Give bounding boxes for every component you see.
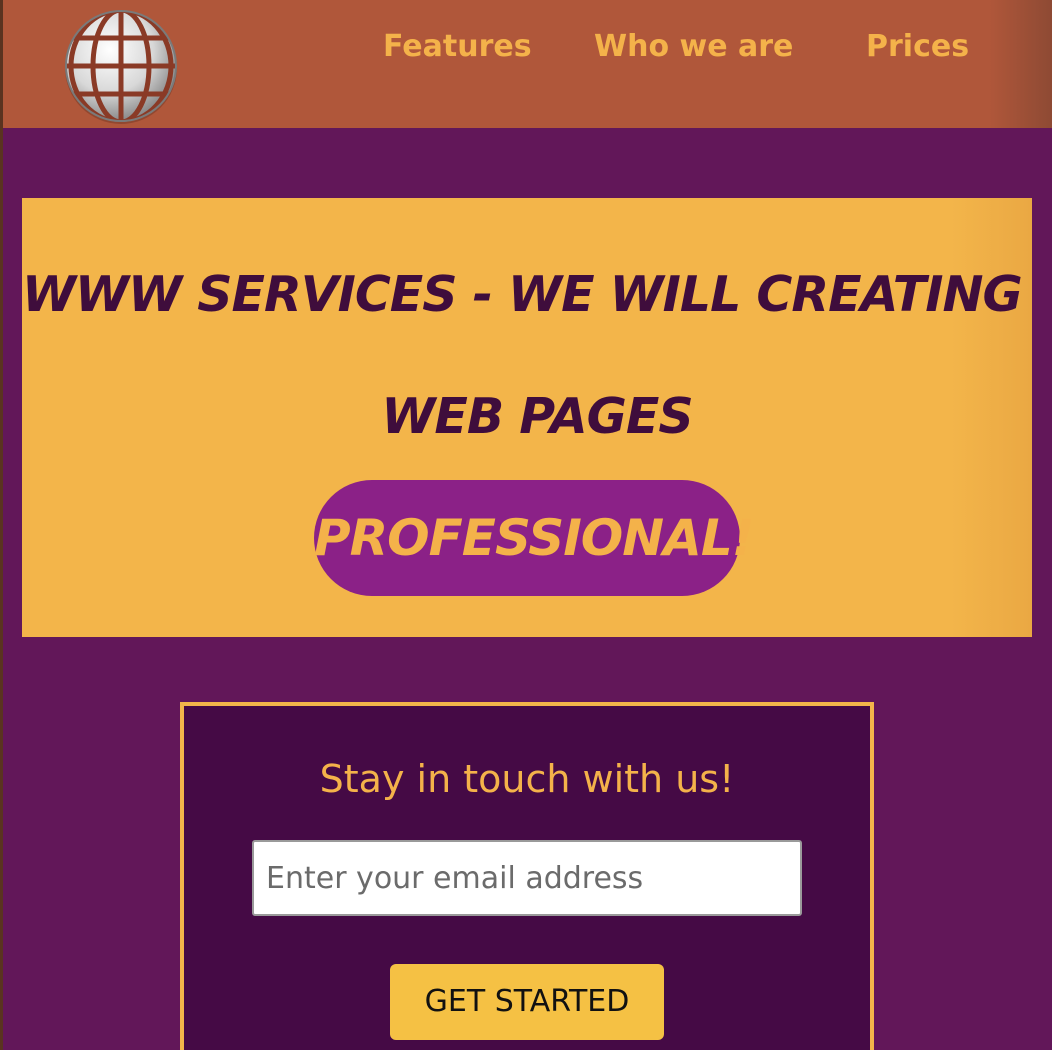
hero-title-line-1: WWW SERVICES - WE WILL CREATING YOUR [22, 266, 1032, 323]
nav-link-who-we-are[interactable]: Who we are [594, 22, 793, 72]
nav-link-prices[interactable]: Prices [866, 22, 969, 72]
email-field[interactable] [252, 840, 802, 916]
main-nav: Features Who we are Prices [3, 22, 1052, 72]
hero-title: WWW SERVICES - WE WILL CREATING YOUR WEB… [22, 234, 1032, 478]
window-edge [0, 0, 3, 1050]
professional-badge: PROFESSIONAL! [314, 480, 755, 596]
hero-title-line-2: WEB PAGES [381, 388, 693, 445]
site-header: Features Who we are Prices [3, 0, 1052, 128]
hero-banner: WWW SERVICES - WE WILL CREATING YOUR WEB… [22, 198, 1032, 637]
nav-link-features[interactable]: Features [383, 22, 532, 72]
signup-heading: Stay in touch with us! [319, 757, 735, 801]
landing-page: Features Who we are Prices WWW SERVICES … [0, 0, 1052, 1050]
get-started-button[interactable]: GET STARTED [390, 964, 664, 1040]
newsletter-signup: Stay in touch with us! GET STARTED [180, 702, 874, 1050]
